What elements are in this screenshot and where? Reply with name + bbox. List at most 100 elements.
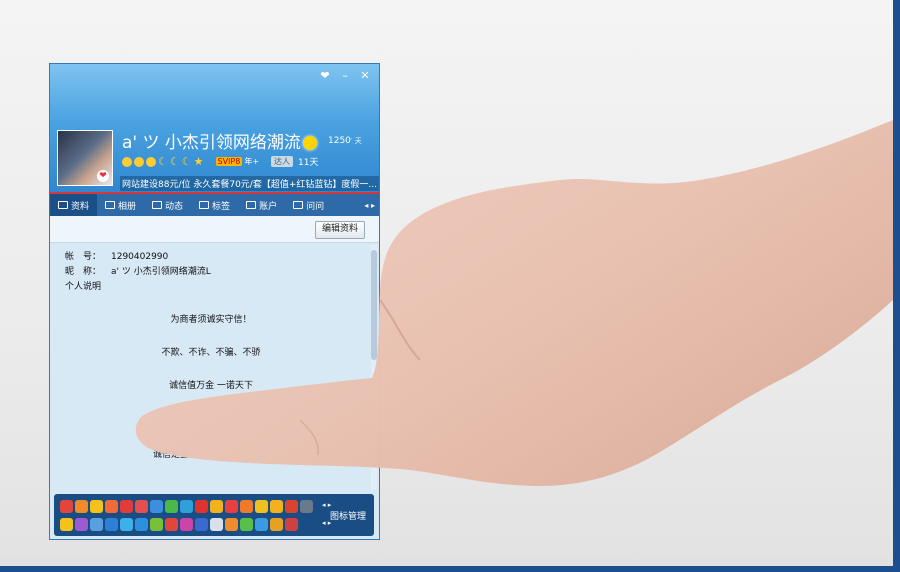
tab-account[interactable]: 账户 (238, 194, 285, 216)
daren-badge[interactable]: 达人 (271, 156, 294, 167)
score-suffix: ′ 天 (350, 137, 362, 145)
app-icon[interactable] (165, 518, 178, 531)
avatar[interactable]: ❤ (57, 130, 113, 186)
app-icon[interactable] (240, 518, 253, 531)
content-scrollbar-thumb[interactable] (371, 250, 377, 360)
tab-label: 相册 (118, 201, 137, 212)
feed-icon (152, 201, 163, 209)
app-icon-row (60, 518, 298, 531)
tab-label: 标签 (212, 201, 231, 212)
sun-level-icon (134, 156, 144, 167)
wallet-icon (246, 201, 257, 209)
moon-level-icon: ☾ (181, 154, 192, 168)
app-icon-row (60, 500, 313, 513)
nickname-text: a' ツ 小杰引领网络潮流 (122, 133, 301, 153)
app-icon[interactable] (180, 500, 193, 513)
heart-icon: ❤ (97, 170, 109, 182)
app-icon[interactable] (240, 500, 253, 513)
nickname-label: 昵 称： (65, 267, 102, 277)
app-icon[interactable] (300, 500, 313, 513)
nickname-row: 昵 称： a' ツ 小杰引领网络潮流L (65, 264, 211, 277)
app-icon[interactable] (195, 500, 208, 513)
app-icon[interactable] (210, 518, 223, 531)
app-icon[interactable] (120, 500, 133, 513)
app-icon[interactable] (270, 500, 283, 513)
level-badges: ☾ ☾ ☾ ★ SVIP8 年+ 达人 11天 (122, 155, 318, 168)
app-icon[interactable] (180, 518, 193, 531)
tab-wenwen[interactable]: 问问 (285, 194, 332, 216)
tab-scroll-arrows[interactable]: ◂ ▸ (364, 201, 379, 210)
app-icon[interactable] (135, 518, 148, 531)
photo-album-icon (105, 201, 116, 209)
app-icon[interactable] (150, 500, 163, 513)
icon-row-arrows[interactable]: ◂ ▸ (322, 501, 331, 509)
app-icon[interactable] (60, 518, 73, 531)
account-label: 帐 号： (65, 252, 102, 262)
skin-button[interactable]: ❤ (319, 69, 331, 82)
app-icon[interactable] (165, 500, 178, 513)
app-icon[interactable] (210, 500, 223, 513)
edit-profile-button[interactable]: 编辑资料 (314, 221, 365, 239)
profile-nickname: a' ツ 小杰引领网络潮流 (122, 128, 317, 153)
description-label: 个人说明 (65, 282, 102, 292)
sun-level-icon (122, 156, 132, 167)
svip-badge[interactable]: SVIP8 (215, 157, 243, 166)
tab-label: 账户 (259, 201, 278, 212)
question-icon (293, 201, 304, 209)
star-level-icon: ★ (193, 154, 204, 168)
app-icon[interactable] (195, 518, 208, 531)
window-controls: ❤ – ✕ (319, 69, 371, 82)
score-number: 1250 (328, 136, 351, 146)
app-icon[interactable] (255, 500, 268, 513)
app-icon[interactable] (75, 518, 88, 531)
close-button[interactable]: ✕ (359, 69, 371, 82)
qq-bulb-icon (302, 136, 317, 150)
thumb-crease (379, 299, 421, 361)
desktop-frame-right (893, 0, 900, 572)
description-line: 不欺、不诈、不骗、不骄 (161, 348, 261, 358)
app-icon[interactable] (120, 518, 133, 531)
moon-level-icon: ☾ (169, 154, 180, 168)
app-icon[interactable] (60, 500, 73, 513)
app-icon-panel: ◂ ▸ ◂ ▸ 图标管理 (54, 494, 374, 536)
tab-album[interactable]: 相册 (97, 194, 144, 216)
qq-profile-window: ❤ – ✕ ❤ a' ツ 小杰引领网络潮流 1250′ 天 ☾ ☾ ☾ ★ SV… (49, 63, 380, 540)
account-value: 1290402990 (111, 252, 169, 262)
signature[interactable]: 网站建设88元/位 永久套餐70元/套【超值+红钻蓝钻】度假一... (120, 176, 379, 191)
account-row: 帐 号： 1290402990 (65, 249, 168, 262)
app-icon[interactable] (105, 500, 118, 513)
description-line: 诚信是金 (152, 450, 189, 460)
tag-icon (199, 201, 210, 209)
app-icon[interactable] (90, 518, 103, 531)
minimize-button[interactable]: – (339, 69, 351, 82)
svip-year-badge: 年+ (244, 157, 260, 166)
daren-days: 11天 (298, 158, 319, 168)
nickname-value: a' ツ 小杰引领网络潮流L (111, 267, 211, 277)
app-icon[interactable] (285, 518, 298, 531)
app-icon[interactable] (105, 518, 118, 531)
app-icon[interactable] (225, 518, 238, 531)
tab-label: 问问 (306, 201, 325, 212)
app-icon[interactable] (255, 518, 268, 531)
description-line: 为商者须诚实守信！ (170, 315, 252, 325)
profile-header: ❤ – ✕ ❤ a' ツ 小杰引领网络潮流 1250′ 天 ☾ ☾ ☾ ★ SV… (50, 64, 379, 194)
app-icon[interactable] (285, 500, 298, 513)
tab-tags[interactable]: 标签 (191, 194, 238, 216)
icon-manage-button[interactable]: 图标管理 (330, 509, 366, 522)
sun-level-icon (146, 156, 156, 167)
app-icon[interactable] (150, 518, 163, 531)
app-icon[interactable] (135, 500, 148, 513)
app-icon[interactable] (225, 500, 238, 513)
app-icon[interactable] (90, 500, 103, 513)
score-value: 1250′ 天 (328, 136, 362, 146)
app-icon[interactable] (270, 518, 283, 531)
tab-label: 资料 (71, 201, 90, 212)
moon-level-icon: ☾ (158, 154, 168, 168)
tab-feed[interactable]: 动态 (144, 194, 191, 216)
app-icon[interactable] (75, 500, 88, 513)
profile-tabs: 资料 相册 动态 标签 账户 问问 ◂ ▸ (50, 194, 379, 216)
profile-content: 帐 号： 1290402990 昵 称： a' ツ 小杰引领网络潮流L 个人说明 为… (50, 243, 372, 490)
profile-card-icon (58, 201, 68, 209)
tab-label: 动态 (165, 201, 184, 212)
tab-profile[interactable]: 资料 (50, 194, 98, 216)
